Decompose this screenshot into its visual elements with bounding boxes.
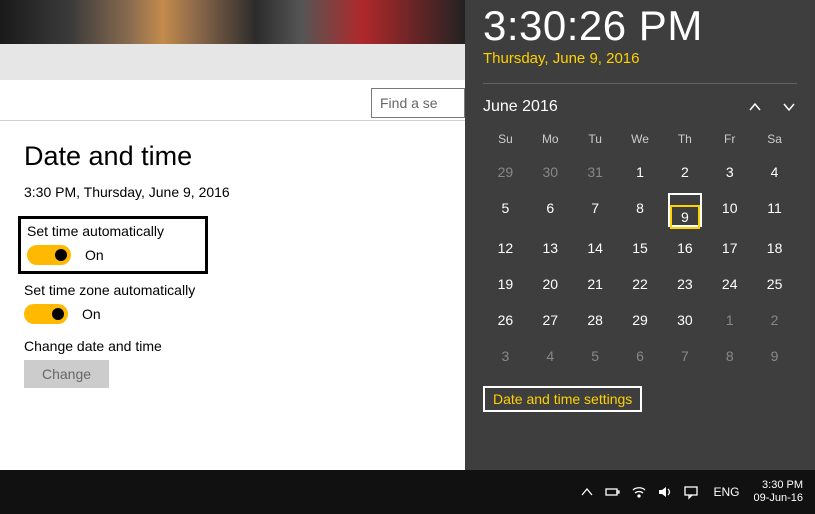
calendar-week: 3456789 <box>483 338 797 374</box>
calendar-day[interactable]: 27 <box>528 302 573 338</box>
calendar-day[interactable]: 25 <box>752 266 797 302</box>
auto-zone-label: Set time zone automatically <box>24 282 441 298</box>
calendar-day[interactable]: 3 <box>707 154 752 190</box>
calendar-day[interactable]: 1 <box>618 154 663 190</box>
calendar-day[interactable]: 31 <box>573 154 618 190</box>
chevron-up-icon <box>747 99 763 115</box>
clock-flyout: 3:30:26 PM Thursday, June 9, 2016 June 2… <box>465 0 815 470</box>
taskbar-clock[interactable]: 3:30 PM 09-Jun-16 <box>753 479 803 505</box>
calendar-week: 19202122232425 <box>483 266 797 302</box>
calendar-day[interactable]: 16 <box>662 230 707 266</box>
calendar-day[interactable]: 10 <box>707 190 752 230</box>
auto-time-state: On <box>85 247 104 263</box>
calendar-day[interactable]: 14 <box>573 230 618 266</box>
taskbar-date: 09-Jun-16 <box>753 492 803 505</box>
calendar-day[interactable]: 8 <box>618 190 663 230</box>
language-indicator[interactable]: ENG <box>713 485 739 499</box>
flyout-time: 3:30:26 PM <box>483 2 797 50</box>
auto-time-toggle[interactable] <box>27 245 71 265</box>
calendar-day[interactable]: 1 <box>707 302 752 338</box>
calendar-day[interactable]: 5 <box>483 190 528 230</box>
auto-zone-state: On <box>82 306 101 322</box>
wifi-icon[interactable] <box>631 484 647 500</box>
calendar-dow: Fr <box>707 126 752 154</box>
calendar-day[interactable]: 17 <box>707 230 752 266</box>
taskbar: ENG 3:30 PM 09-Jun-16 <box>0 470 815 514</box>
calendar-day[interactable]: 9 <box>662 190 707 230</box>
calendar-day[interactable]: 19 <box>483 266 528 302</box>
calendar-day[interactable]: 3 <box>483 338 528 374</box>
month-label[interactable]: June 2016 <box>483 98 558 116</box>
calendar-day[interactable]: 6 <box>618 338 663 374</box>
calendar-dow: Tu <box>573 126 618 154</box>
taskbar-time: 3:30 PM <box>753 479 803 492</box>
calendar: SuMoTuWeThFrSa 2930311234567891011121314… <box>483 126 797 374</box>
tray-chevron-up-icon[interactable] <box>579 484 595 500</box>
calendar-day[interactable]: 9 <box>752 338 797 374</box>
calendar-week: 567891011 <box>483 190 797 230</box>
calendar-day[interactable]: 7 <box>662 338 707 374</box>
calendar-day[interactable]: 20 <box>528 266 573 302</box>
calendar-dow-row: SuMoTuWeThFrSa <box>483 126 797 154</box>
calendar-day[interactable]: 30 <box>528 154 573 190</box>
calendar-dow: Sa <box>752 126 797 154</box>
tray-icons <box>579 484 699 500</box>
header-image <box>0 0 465 44</box>
header-spacer <box>0 44 465 80</box>
volume-icon[interactable] <box>657 484 673 500</box>
auto-time-label: Set time automatically <box>21 223 197 239</box>
calendar-week: 262728293012 <box>483 302 797 338</box>
highlight-auto-time: Set time automatically On <box>18 216 208 274</box>
chevron-down-icon <box>781 99 797 115</box>
calendar-day[interactable]: 23 <box>662 266 707 302</box>
calendar-dow: Mo <box>528 126 573 154</box>
calendar-day[interactable]: 2 <box>752 302 797 338</box>
date-time-settings-link[interactable]: Date and time settings <box>483 386 642 412</box>
calendar-day[interactable]: 8 <box>707 338 752 374</box>
search-input[interactable]: Find a se <box>371 88 465 118</box>
calendar-week: 2930311234 <box>483 154 797 190</box>
auto-zone-toggle[interactable] <box>24 304 68 324</box>
calendar-day[interactable]: 21 <box>573 266 618 302</box>
calendar-day[interactable]: 15 <box>618 230 663 266</box>
calendar-day[interactable]: 29 <box>483 154 528 190</box>
current-datetime: 3:30 PM, Thursday, June 9, 2016 <box>24 184 441 200</box>
calendar-day[interactable]: 13 <box>528 230 573 266</box>
calendar-day[interactable]: 12 <box>483 230 528 266</box>
prev-month-button[interactable] <box>747 99 763 115</box>
calendar-day[interactable]: 6 <box>528 190 573 230</box>
change-dt-label: Change date and time <box>24 338 441 354</box>
calendar-day[interactable]: 5 <box>573 338 618 374</box>
calendar-dow: Su <box>483 126 528 154</box>
calendar-day[interactable]: 4 <box>528 338 573 374</box>
calendar-day[interactable]: 28 <box>573 302 618 338</box>
calendar-day[interactable]: 26 <box>483 302 528 338</box>
calendar-day[interactable]: 7 <box>573 190 618 230</box>
calendar-dow: Th <box>662 126 707 154</box>
calendar-day[interactable]: 29 <box>618 302 663 338</box>
next-month-button[interactable] <box>781 99 797 115</box>
calendar-day[interactable]: 22 <box>618 266 663 302</box>
calendar-day[interactable]: 4 <box>752 154 797 190</box>
flyout-date: Thursday, June 9, 2016 <box>483 50 797 67</box>
action-center-icon[interactable] <box>683 484 699 500</box>
search-placeholder: Find a se <box>380 95 438 111</box>
settings-panel: Date and time 3:30 PM, Thursday, June 9,… <box>0 120 465 402</box>
page-title: Date and time <box>24 141 441 172</box>
calendar-day[interactable]: 30 <box>662 302 707 338</box>
change-button[interactable]: Change <box>24 360 109 388</box>
calendar-day[interactable]: 24 <box>707 266 752 302</box>
calendar-dow: We <box>618 126 663 154</box>
calendar-day[interactable]: 2 <box>662 154 707 190</box>
battery-icon[interactable] <box>605 484 621 500</box>
calendar-week: 12131415161718 <box>483 230 797 266</box>
calendar-day[interactable]: 11 <box>752 190 797 230</box>
calendar-day[interactable]: 18 <box>752 230 797 266</box>
